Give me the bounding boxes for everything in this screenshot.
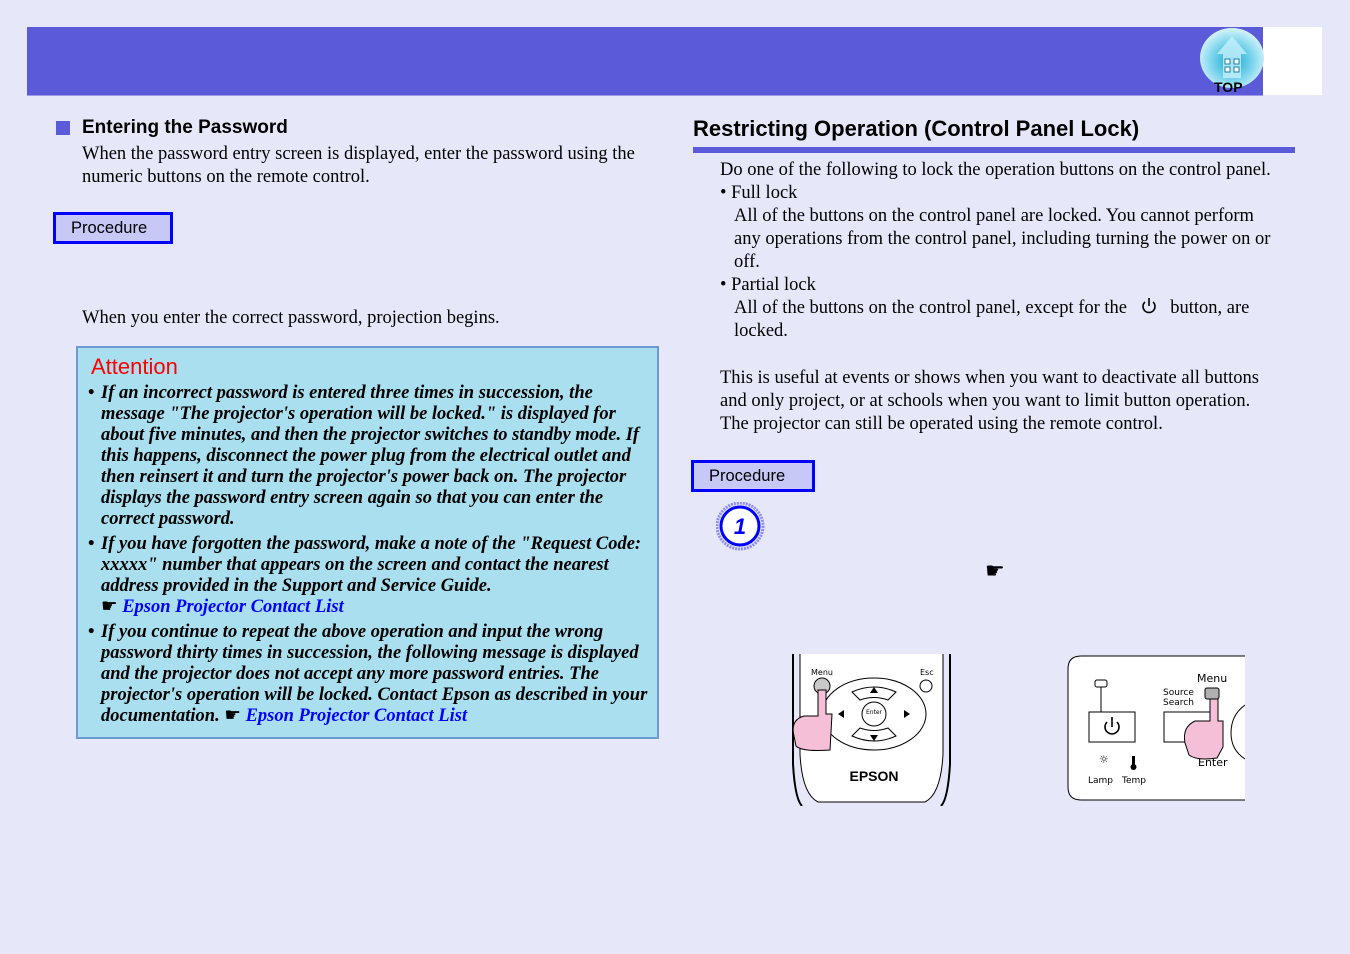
section-title-entering-password: Entering the Password bbox=[82, 117, 288, 138]
attention-list: • If an incorrect password is entered th… bbox=[88, 383, 648, 731]
esc-label: Esc bbox=[920, 668, 934, 677]
lamp-icon: ☼ bbox=[1099, 753, 1109, 766]
partial-lock-desc-1: All of the buttons on the control panel,… bbox=[734, 297, 1249, 320]
section-title-control-panel-lock: Restricting Operation (Control Panel Loc… bbox=[693, 116, 1140, 141]
contact-list-link[interactable]: Epson Projector Contact List bbox=[122, 597, 344, 617]
top-button-label[interactable]: TOP bbox=[1214, 79, 1243, 95]
enter-label: Enter bbox=[866, 709, 883, 716]
contact-list-link[interactable]: Epson Projector Contact List bbox=[246, 706, 468, 726]
attention-item-text: If an incorrect password is entered thre… bbox=[101, 383, 640, 529]
full-lock-desc-2: any operations from the control panel, i… bbox=[734, 229, 1271, 249]
attention-item: • If an incorrect password is entered th… bbox=[88, 383, 648, 530]
attention-item: • If you continue to repeat the above op… bbox=[88, 622, 648, 727]
page-number-box bbox=[1263, 27, 1322, 95]
step-number-badge: 1 bbox=[715, 501, 765, 551]
partial-lock-desc-after: button, are bbox=[1170, 298, 1250, 318]
attention-box: Attention • If an incorrect password is … bbox=[76, 346, 659, 739]
partial-lock-desc-2: locked. bbox=[734, 321, 788, 341]
temp-label: Temp bbox=[1121, 776, 1146, 786]
source-label-1: Source bbox=[1163, 688, 1194, 698]
step-number: 1 bbox=[734, 514, 746, 539]
option-label: Partial lock bbox=[731, 275, 816, 295]
intro-line-1: When the password entry screen is displa… bbox=[82, 144, 635, 164]
header-bar bbox=[27, 27, 1263, 96]
bullet-icon: • bbox=[720, 183, 732, 203]
control-panel-illustration: ☼ Lamp Temp Source Search Menu Enter bbox=[1067, 655, 1246, 803]
pointing-hand-icon: ☛ bbox=[985, 558, 1005, 583]
attention-title: Attention bbox=[91, 354, 178, 379]
section-bullet-icon bbox=[56, 121, 70, 135]
remote-control-illustration: Menu Esc Enter EPSON bbox=[790, 654, 960, 807]
source-label-2: Search bbox=[1163, 698, 1194, 708]
option-partial-lock: • Partial lock bbox=[720, 274, 816, 297]
right-intro: Do one of the following to lock the oper… bbox=[720, 160, 1271, 180]
attention-item: • If you have forgotten the password, ma… bbox=[88, 534, 648, 618]
full-lock-desc-1: All of the buttons on the control panel … bbox=[734, 206, 1254, 226]
menu-label: Menu bbox=[1197, 672, 1227, 685]
power-icon bbox=[1141, 298, 1156, 314]
pointing-hand-icon: ☛ bbox=[224, 706, 241, 726]
usage-line-2: and only project, or at schools when you… bbox=[720, 391, 1251, 411]
bullet-icon: • bbox=[88, 534, 95, 554]
bullet-icon: • bbox=[88, 383, 95, 403]
menu-label: Menu bbox=[811, 668, 833, 677]
option-full-lock: • Full lock bbox=[720, 182, 797, 205]
lamp-label: Lamp bbox=[1088, 776, 1113, 786]
pointing-hand-icon: ☛ bbox=[101, 597, 118, 617]
bullet-icon: • bbox=[88, 622, 95, 642]
bullet-icon: • bbox=[720, 275, 732, 295]
partial-lock-desc-before: All of the buttons on the control panel,… bbox=[734, 298, 1128, 318]
epson-brand-label: EPSON bbox=[849, 768, 898, 784]
full-lock-desc-3: off. bbox=[734, 252, 760, 272]
title-underline bbox=[693, 147, 1295, 153]
result-text: When you enter the correct password, pro… bbox=[82, 308, 500, 328]
intro-line-2: numeric buttons on the remote control. bbox=[82, 167, 370, 187]
procedure-tag: Procedure bbox=[53, 212, 173, 244]
usage-line-1: This is useful at events or shows when y… bbox=[720, 368, 1259, 388]
usage-line-3: The projector can still be operated usin… bbox=[720, 414, 1163, 434]
option-label: Full lock bbox=[731, 183, 798, 203]
attention-item-text: If you have forgotten the password, make… bbox=[101, 534, 642, 596]
procedure-tag: Procedure bbox=[691, 460, 815, 492]
